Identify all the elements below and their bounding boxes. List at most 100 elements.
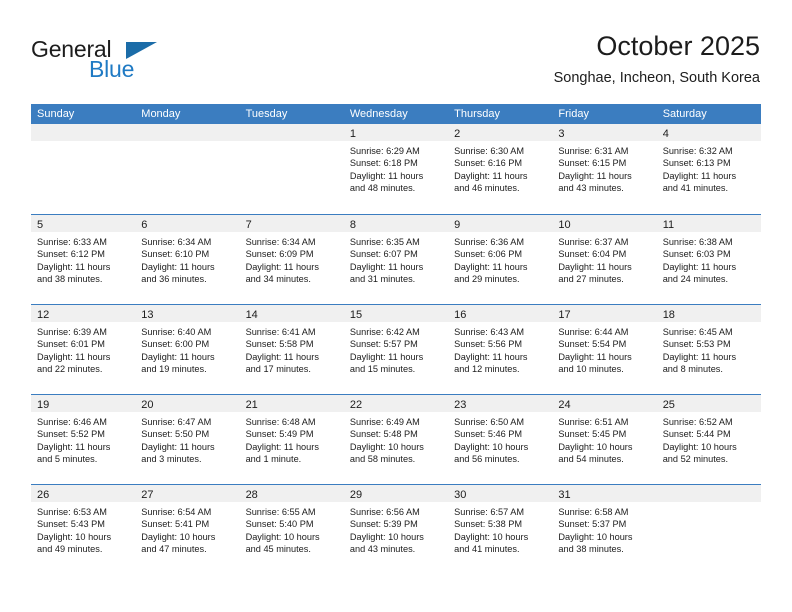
calendar-day-cell[interactable]: 25 Sunrise: 6:52 AM Sunset: 5:44 PM Dayligh… [656,395,761,484]
calendar-day-cell[interactable]: 22 Sunrise: 6:49 AM Sunset: 5:48 PM Dayligh… [343,395,449,484]
daylight-text-line2: and 54 minutes. [558,454,624,465]
day-details: Sunrise: 6:47 AM Sunset: 5:50 PM Daylight:… [135,412,239,466]
calendar-day-cell[interactable]: 15 Sunrise: 6:42 AM Sunset: 5:57 PM Dayligh… [343,305,449,394]
sunset-text: Sunset: 5:56 PM [454,339,523,350]
day-number: 9 [454,219,461,231]
calendar-day-cell[interactable]: 6 Sunrise: 6:34 AM Sunset: 6:10 PM Daylight… [135,215,240,304]
sunset-text: Sunset: 5:43 PM [37,519,105,530]
day-number: 17 [558,309,571,321]
calendar-day-cell[interactable]: 10 Sunrise: 6:37 AM Sunset: 6:04 PM Dayligh… [552,215,657,304]
sunrise-text: Sunrise: 6:56 AM [349,507,420,517]
day-number-bar: 26 [31,485,136,502]
daylight-text-line1: Daylight: 11 hours [245,441,319,452]
day-number-bar [656,485,761,502]
daylight-text-line1: Daylight: 10 hours [662,441,737,452]
day-number-bar: 2 [448,124,553,141]
daylight-text-line1: Daylight: 11 hours [37,261,111,272]
calendar-day-cell[interactable]: 29 Sunrise: 6:56 AM Sunset: 5:39 PM Dayligh… [343,485,449,574]
daylight-text-line2: and 48 minutes. [349,183,416,194]
calendar-day-cell[interactable]: 24 Sunrise: 6:51 AM Sunset: 5:45 PM Dayligh… [552,395,657,484]
calendar-day-cell[interactable]: 23 Sunrise: 6:50 AM Sunset: 5:46 PM Dayligh… [448,395,553,484]
calendar-day-cell[interactable]: 21 Sunrise: 6:48 AM Sunset: 5:49 PM Dayligh… [239,395,344,484]
calendar-day-cell[interactable]: 3 Sunrise: 6:31 AM Sunset: 6:15 PM Daylight… [552,124,657,214]
calendar-day-cell[interactable]: 7 Sunrise: 6:34 AM Sunset: 6:09 PM Daylight… [239,215,344,304]
daylight-text-line2: and 31 minutes. [349,274,416,285]
calendar-day-cell[interactable]: 17 Sunrise: 6:44 AM Sunset: 5:54 PM Dayligh… [552,305,657,394]
calendar-day-cell[interactable]: 28 Sunrise: 6:55 AM Sunset: 5:40 PM Dayligh… [239,485,344,574]
daylight-text-line1: Daylight: 11 hours [662,170,737,181]
day-number: 13 [141,309,154,321]
day-number: 18 [662,309,675,321]
sunrise-text: Sunrise: 6:52 AM [662,417,733,427]
day-number: 2 [454,128,461,140]
sunrise-text: Sunrise: 6:46 AM [37,417,107,427]
calendar-day-cell[interactable]: 5 Sunrise: 6:33 AM Sunset: 6:12 PM Daylight… [31,215,136,304]
sunrise-text: Sunrise: 6:38 AM [662,237,733,247]
sunset-text: Sunset: 5:37 PM [558,519,627,530]
calendar-day-cell[interactable]: 26 Sunrise: 6:53 AM Sunset: 5:43 PM Dayligh… [31,485,136,574]
calendar-day-cell-empty [656,485,761,574]
daylight-text-line2: and 41 minutes. [662,183,729,194]
calendar-day-cell[interactable]: 13 Sunrise: 6:40 AM Sunset: 6:00 PM Dayligh… [135,305,240,394]
daylight-text-line2: and 8 minutes. [662,364,723,375]
day-number: 5 [37,219,44,231]
daylight-text-line1: Daylight: 11 hours [245,351,319,362]
day-details: Sunrise: 6:36 AM Sunset: 6:06 PM Daylight:… [448,232,552,286]
calendar-day-cell[interactable]: 31 Sunrise: 6:58 AM Sunset: 5:37 PM Dayligh… [552,485,657,574]
day-number-bar: 12 [31,305,136,322]
daylight-text-line2: and 47 minutes. [141,544,207,555]
day-number-bar: 27 [135,485,240,502]
weekday-header-friday: Friday [558,108,589,120]
daylight-text-line1: Daylight: 11 hours [349,261,424,272]
day-number-bar: 14 [239,305,344,322]
day-details: Sunrise: 6:39 AM Sunset: 6:01 PM Daylight:… [31,322,135,376]
calendar-day-cell[interactable]: 16 Sunrise: 6:43 AM Sunset: 5:56 PM Dayligh… [448,305,553,394]
calendar-day-cell[interactable]: 11 Sunrise: 6:38 AM Sunset: 6:03 PM Dayligh… [656,215,761,304]
day-details: Sunrise: 6:57 AM Sunset: 5:38 PM Daylight:… [448,502,552,556]
day-details: Sunrise: 6:54 AM Sunset: 5:41 PM Daylight:… [135,502,239,556]
calendar-day-cell[interactable]: 2 Sunrise: 6:30 AM Sunset: 6:16 PM Daylight… [448,124,553,214]
day-number: 1 [349,128,356,140]
daylight-text-line2: and 45 minutes. [245,544,311,555]
sunset-text: Sunset: 5:44 PM [662,429,731,440]
day-details: Sunrise: 6:40 AM Sunset: 6:00 PM Daylight:… [135,322,239,376]
day-number: 14 [245,309,258,321]
day-number: 25 [662,399,675,411]
calendar-day-cell[interactable]: 27 Sunrise: 6:54 AM Sunset: 5:41 PM Dayligh… [135,485,240,574]
sunrise-text: Sunrise: 6:37 AM [558,237,629,247]
weekday-header-monday: Monday [141,108,181,120]
daylight-text-line1: Daylight: 10 hours [349,441,424,452]
calendar-day-cell[interactable]: 8 Sunrise: 6:35 AM Sunset: 6:07 PM Daylight… [343,215,449,304]
calendar-day-cell[interactable]: 9 Sunrise: 6:36 AM Sunset: 6:06 PM Daylight… [448,215,553,304]
calendar-day-cell[interactable]: 14 Sunrise: 6:41 AM Sunset: 5:58 PM Dayligh… [239,305,344,394]
daylight-text-line2: and 24 minutes. [662,274,729,285]
daylight-text-line2: and 58 minutes. [349,454,416,465]
calendar-day-cell[interactable]: 1 Sunrise: 6:29 AM Sunset: 6:18 PM Daylight… [343,124,449,214]
sunset-text: Sunset: 5:57 PM [349,339,418,350]
calendar-day-cell[interactable]: 18 Sunrise: 6:45 AM Sunset: 5:53 PM Dayligh… [656,305,761,394]
day-number-bar: 28 [239,485,344,502]
weekday-header-tuesday: Tuesday [245,108,288,120]
sunset-text: Sunset: 5:45 PM [558,429,627,440]
calendar-day-cell[interactable]: 20 Sunrise: 6:47 AM Sunset: 5:50 PM Dayligh… [135,395,240,484]
sunset-text: Sunset: 5:54 PM [558,339,627,350]
sunset-text: Sunset: 5:50 PM [141,429,210,440]
daylight-text-line1: Daylight: 11 hours [245,261,319,272]
day-number-bar: 5 [31,215,136,232]
daylight-text-line2: and 15 minutes. [349,364,416,375]
day-details: Sunrise: 6:41 AM Sunset: 5:58 PM Daylight:… [240,322,344,376]
calendar-day-cell[interactable]: 30 Sunrise: 6:57 AM Sunset: 5:38 PM Dayligh… [448,485,553,574]
day-number-bar: 23 [448,395,553,412]
day-number: 21 [245,399,258,411]
day-number-bar: 9 [448,215,553,232]
calendar-day-cell[interactable]: 12 Sunrise: 6:39 AM Sunset: 6:01 PM Dayligh… [31,305,136,394]
calendar-day-cell[interactable]: 19 Sunrise: 6:46 AM Sunset: 5:52 PM Dayligh… [31,395,136,484]
calendar-day-cell[interactable]: 4 Sunrise: 6:32 AM Sunset: 6:13 PM Daylight… [656,124,761,214]
general-blue-logo[interactable]: General Blue [31,36,231,86]
day-number-bar: 11 [656,215,761,232]
day-details: Sunrise: 6:29 AM Sunset: 6:18 PM Daylight:… [344,141,448,195]
day-number-bar: 21 [239,395,344,412]
sunset-text: Sunset: 5:40 PM [245,519,314,530]
daylight-text-line2: and 10 minutes. [558,364,624,375]
daylight-text-line1: Daylight: 10 hours [454,531,529,542]
